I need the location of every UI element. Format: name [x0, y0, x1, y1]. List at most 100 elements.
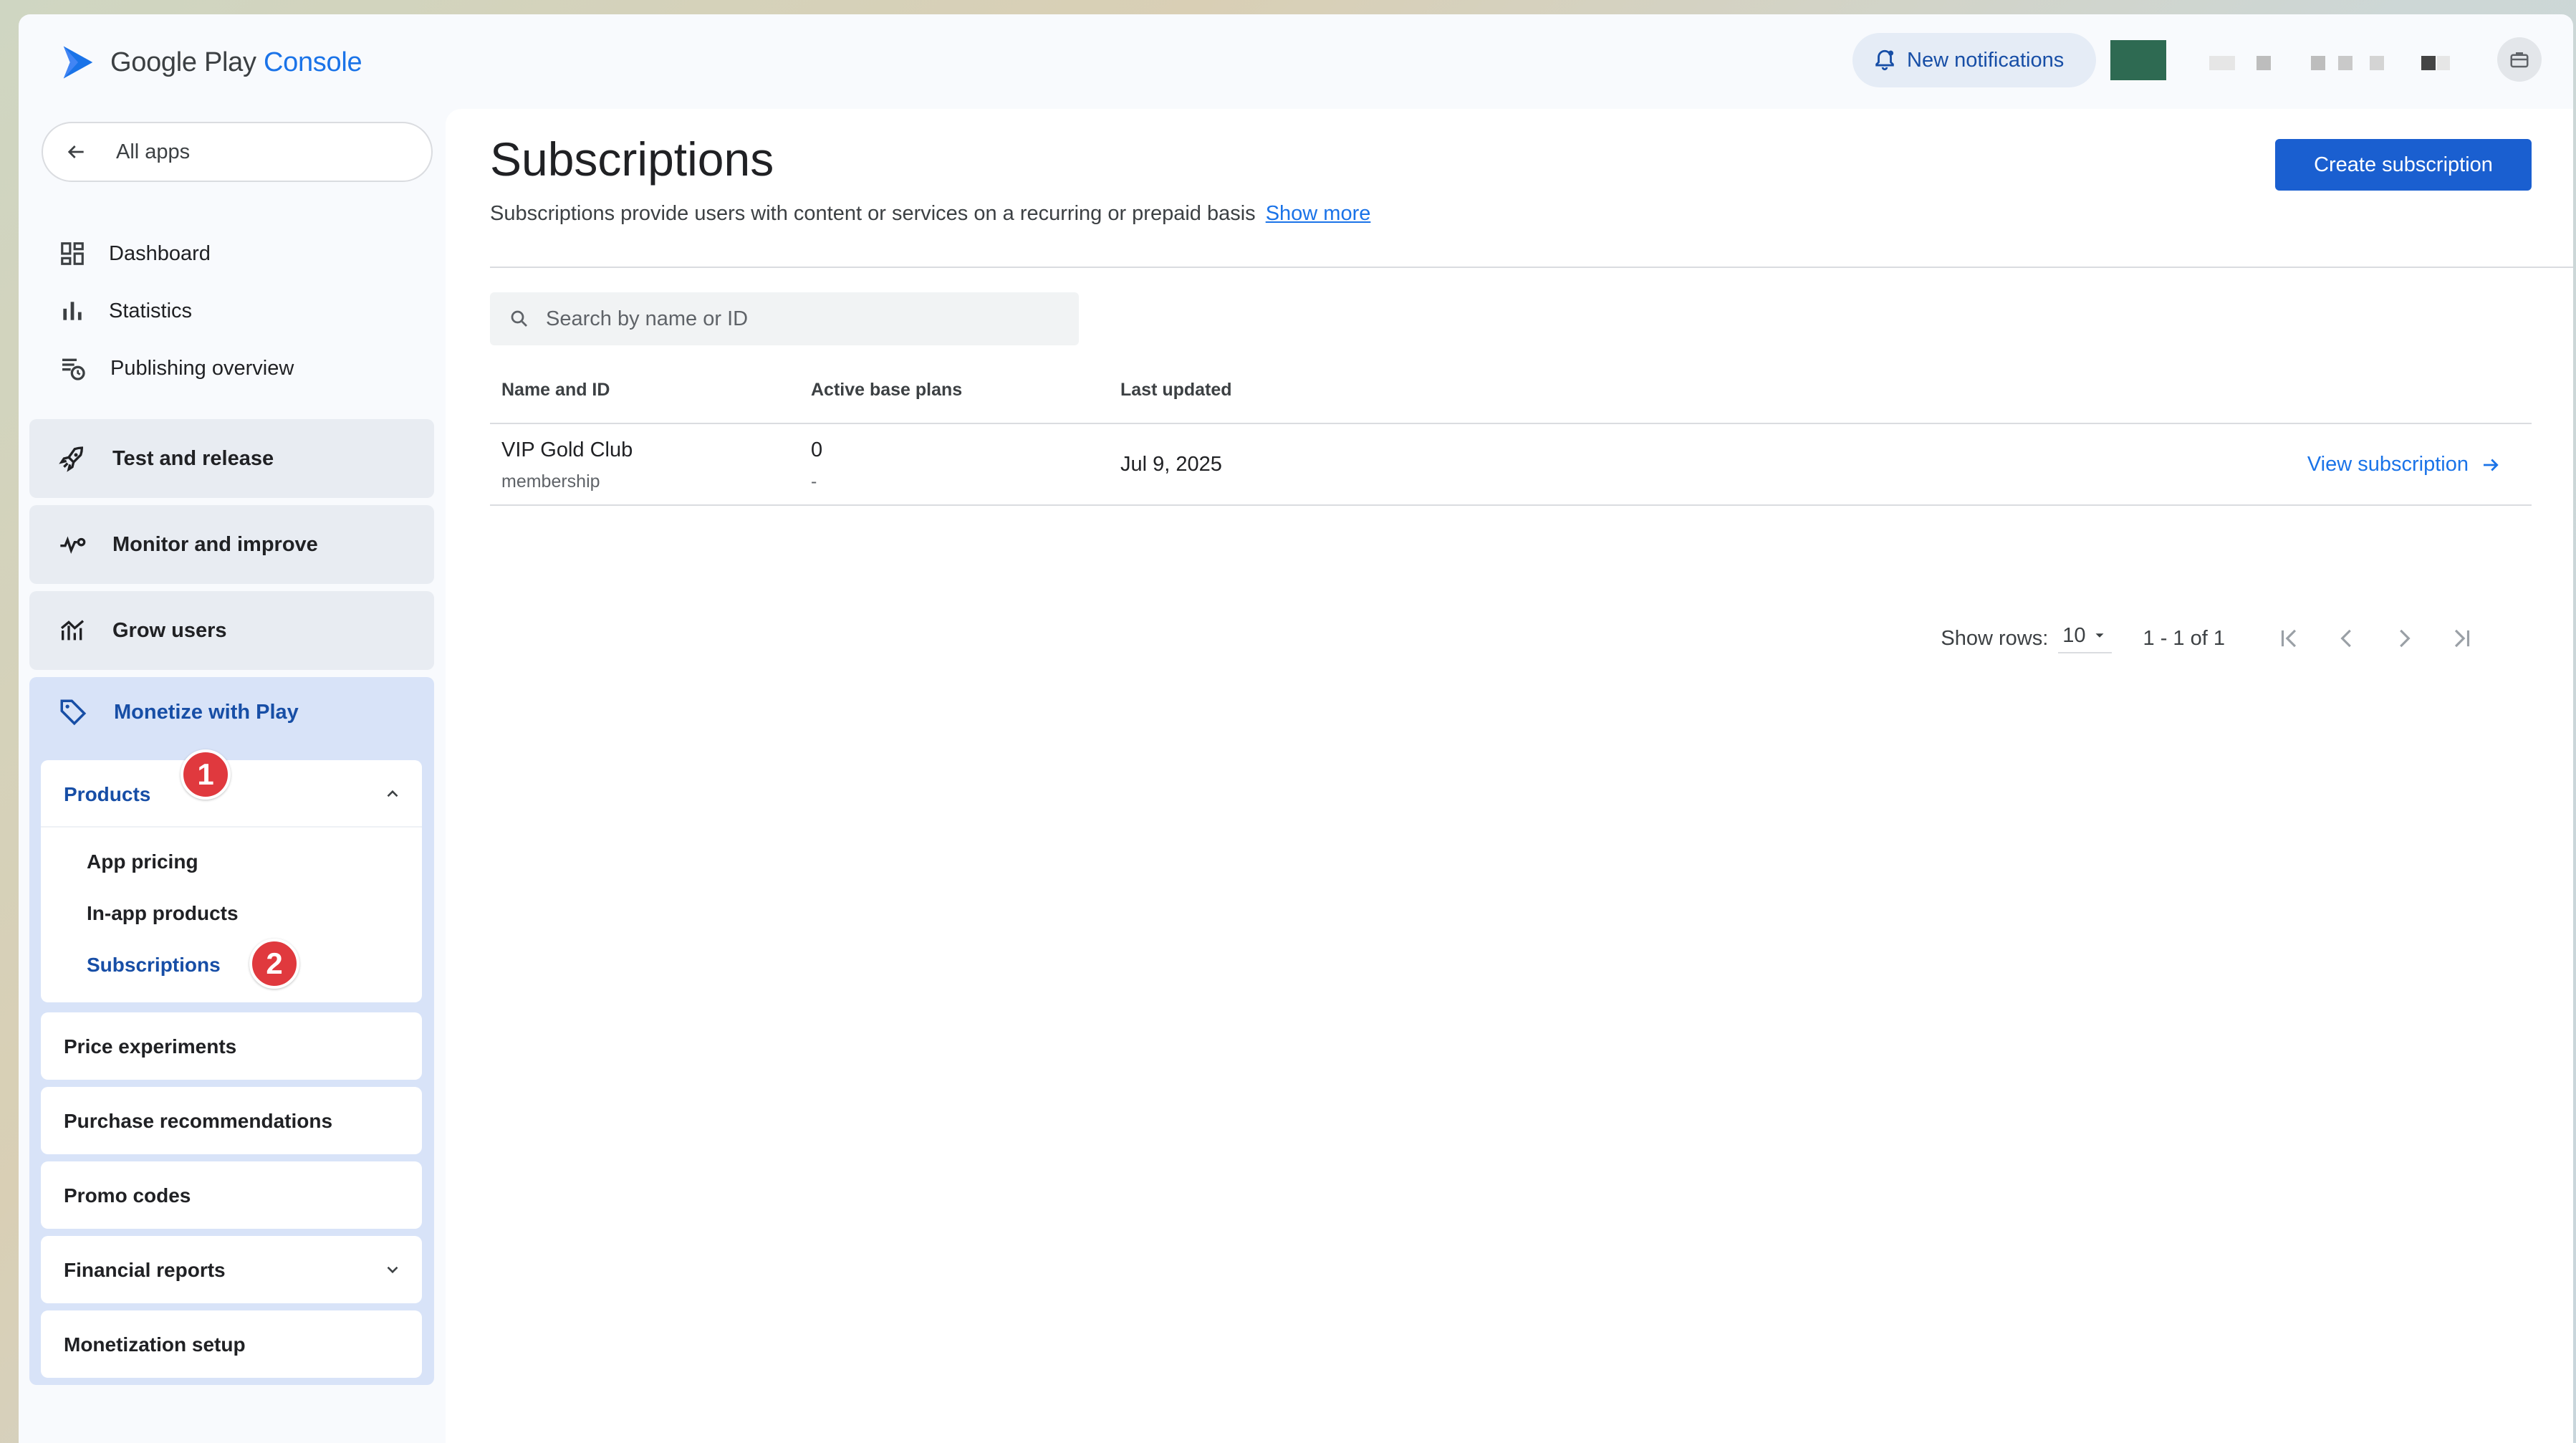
vitals-icon — [60, 536, 86, 555]
active-base-plans-count: 0 — [811, 438, 823, 461]
rocket-icon — [59, 446, 84, 472]
rows-per-page-value: 10 — [2062, 623, 2086, 647]
tag-icon — [60, 699, 87, 726]
arrow-left-icon — [67, 145, 84, 158]
rows-per-page-select[interactable]: 10 — [2058, 623, 2112, 653]
page-range: 1 - 1 of 1 — [2143, 626, 2225, 650]
sidebar-item-monetization-setup[interactable]: Monetization setup — [41, 1310, 422, 1378]
sidebar-item-label: Dashboard — [109, 241, 211, 265]
chevron-down-icon — [387, 1266, 398, 1274]
briefcase-icon — [2510, 52, 2529, 68]
sidebar-item-statistics[interactable]: Statistics — [59, 289, 192, 332]
sidebar-section-monetize: Monetize with Play Products App pricing … — [29, 677, 434, 1385]
sidebar-group-monitor-and-improve[interactable]: Monitor and improve — [29, 505, 434, 584]
redacted-avatar[interactable] — [2110, 40, 2166, 80]
account-switcher-button[interactable] — [2497, 37, 2542, 82]
last-page-button[interactable] — [2433, 625, 2490, 652]
page-subtitle: Subscriptions provide users with content… — [490, 202, 1370, 226]
chevron-left-icon — [2340, 629, 2351, 648]
view-subscription-label: View subscription — [2307, 453, 2469, 476]
nav-app-pricing[interactable]: App pricing — [87, 850, 198, 873]
sidebar-item-label: Monetization setup — [64, 1333, 246, 1356]
top-bar: Google Play Console New notifications — [19, 14, 2573, 109]
annotation-badge-1: 1 — [181, 749, 231, 800]
table-row[interactable]: VIP Gold Club membership 0 - Jul 9, 2025… — [490, 424, 2532, 506]
first-page-icon — [2281, 629, 2297, 648]
arrow-right-icon — [2484, 459, 2499, 471]
bar-chart-icon — [63, 302, 82, 320]
google-play-console-logo[interactable]: Google Play Console — [59, 43, 362, 82]
growth-icon — [60, 620, 85, 641]
header-divider — [490, 267, 2573, 268]
sidebar-item-purchase-recommendations[interactable]: Purchase recommendations — [41, 1087, 422, 1154]
sidebar-group-label: Monitor and improve — [112, 532, 318, 556]
dashboard-icon — [61, 242, 84, 265]
column-header-name[interactable]: Name and ID — [501, 361, 610, 418]
all-apps-label: All apps — [116, 140, 191, 163]
first-page-button[interactable] — [2261, 625, 2318, 652]
search-input[interactable] — [544, 306, 1049, 332]
redacted-block — [2209, 56, 2235, 70]
redacted-block — [2311, 56, 2325, 70]
redacted-block — [2257, 56, 2271, 70]
column-header-active-base-plans[interactable]: Active base plans — [811, 361, 962, 418]
products-toggle[interactable]: Products — [64, 783, 150, 806]
subscription-id: membership — [501, 471, 600, 492]
show-rows-label: Show rows: — [1941, 626, 2049, 650]
previous-page-button[interactable] — [2318, 625, 2375, 652]
sidebar-group-label: Test and release — [112, 446, 274, 470]
publishing-icon — [62, 358, 85, 380]
notifications-label: New notifications — [1907, 48, 2065, 72]
page-title: Subscriptions — [490, 133, 774, 186]
dropdown-arrow-icon — [2095, 633, 2104, 638]
nav-in-app-products[interactable]: In-app products — [87, 902, 239, 925]
sidebar-group-label: Grow users — [112, 618, 227, 642]
main-content: Subscriptions Subscriptions provide user… — [446, 109, 2573, 1443]
sidebar-group-monetize-with-play[interactable]: Monetize with Play — [58, 697, 299, 727]
logo-text: Google Play Console — [110, 47, 362, 77]
sidebar-item-label: Publishing overview — [110, 356, 294, 380]
new-notifications-button[interactable]: New notifications — [1852, 33, 2096, 87]
all-apps-button[interactable]: All apps — [42, 122, 433, 182]
create-subscription-button[interactable]: Create subscription — [2275, 139, 2532, 191]
sidebar-item-label: Price experiments — [64, 1035, 237, 1058]
redacted-block — [2338, 56, 2352, 70]
pagination: Show rows: 10 1 - 1 of 1 — [1941, 620, 2490, 656]
play-console-logo-icon — [63, 46, 93, 79]
chevron-right-icon — [2400, 629, 2411, 648]
sidebar-item-label: Promo codes — [64, 1184, 191, 1207]
sidebar-group-test-and-release[interactable]: Test and release — [29, 419, 434, 498]
search-icon — [511, 310, 527, 327]
view-subscription-link[interactable]: View subscription — [2307, 453, 2501, 476]
left-navigation: All apps Dashboard Statistics Publishing… — [19, 109, 448, 1443]
sidebar-item-label: Financial reports — [64, 1259, 226, 1281]
search-box[interactable] — [490, 292, 1079, 345]
subscription-name: VIP Gold Club — [501, 438, 633, 461]
bell-icon — [1875, 49, 1894, 71]
sidebar-item-label: Statistics — [109, 299, 193, 322]
show-more-link[interactable]: Show more — [1266, 202, 1371, 225]
divider — [41, 826, 422, 828]
redacted-block — [2437, 56, 2450, 70]
sidebar-item-promo-codes[interactable]: Promo codes — [41, 1161, 422, 1229]
next-page-button[interactable] — [2375, 625, 2433, 652]
sidebar-group-grow-users[interactable]: Grow users — [29, 591, 434, 670]
base-plans-subtext: - — [811, 471, 817, 492]
sidebar-item-price-experiments[interactable]: Price experiments — [41, 1012, 422, 1080]
last-page-icon — [2454, 629, 2470, 648]
last-updated-date: Jul 9, 2025 — [1120, 453, 1222, 476]
redacted-block — [2370, 56, 2384, 70]
sidebar-item-publishing-overview[interactable]: Publishing overview — [59, 347, 294, 390]
column-header-last-updated[interactable]: Last updated — [1120, 361, 1232, 418]
chevron-up-icon[interactable] — [383, 785, 402, 803]
subtitle-text: Subscriptions provide users with content… — [490, 202, 1256, 225]
redacted-block — [2421, 56, 2436, 70]
products-card: Products App pricing In-app products Sub… — [41, 760, 422, 1002]
nav-subscriptions-active[interactable]: Subscriptions — [87, 954, 221, 977]
monetize-label: Monetize with Play — [114, 700, 299, 724]
sidebar-item-label: Purchase recommendations — [64, 1110, 333, 1132]
app-window: Google Play Console New notifications Al… — [19, 14, 2573, 1443]
sidebar-item-financial-reports[interactable]: Financial reports — [41, 1236, 422, 1303]
sidebar-item-dashboard[interactable]: Dashboard — [59, 232, 211, 275]
annotation-badge-2: 2 — [249, 939, 299, 989]
